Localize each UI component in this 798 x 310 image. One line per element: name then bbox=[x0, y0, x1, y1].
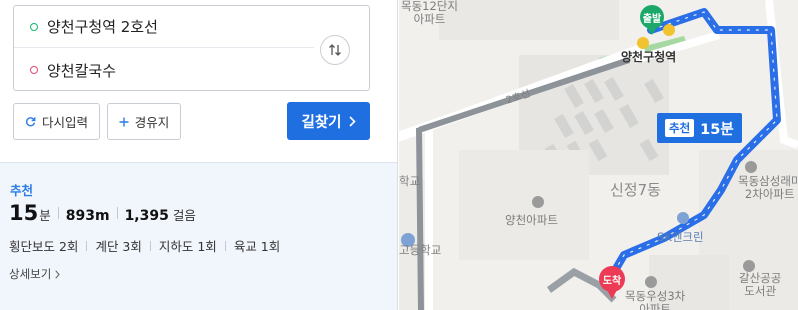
crosswalk-count: 횡단보도 2회 bbox=[9, 239, 79, 254]
reset-button-label: 다시입력 bbox=[41, 115, 88, 130]
chevron-right-icon bbox=[348, 115, 356, 127]
steps-unit: 걸음 bbox=[172, 208, 196, 223]
start-pin[interactable]: 출발 bbox=[640, 5, 664, 35]
underpass-count: 지하도 1회 bbox=[158, 239, 217, 254]
find-route-label: 길찾기 bbox=[301, 114, 342, 131]
details-link[interactable]: 상세보기 bbox=[9, 266, 61, 282]
divider bbox=[57, 207, 59, 219]
refresh-icon bbox=[25, 116, 36, 127]
plus-icon bbox=[119, 117, 129, 127]
divider bbox=[116, 207, 118, 219]
map-label-mokdong-samsung: 목동삼성래미 2차아파트 bbox=[738, 174, 798, 202]
details-link-label: 상세보기 bbox=[9, 267, 52, 281]
route-summary: 15 분 893m 1,395 걸음 bbox=[9, 201, 196, 225]
destination-pin-label: 도착 bbox=[599, 266, 625, 292]
start-input[interactable]: 양천구청역 2호선 bbox=[14, 6, 314, 48]
add-waypoint-button[interactable]: 경유지 bbox=[107, 103, 181, 140]
overpass-count: 육교 1회 bbox=[233, 239, 281, 254]
divider bbox=[224, 240, 226, 251]
reset-button[interactable]: 다시입력 bbox=[13, 103, 100, 140]
badge-time: 15분 bbox=[700, 121, 734, 138]
recommended-label: 추천 bbox=[10, 183, 34, 198]
start-pin-label: 출발 bbox=[640, 5, 664, 29]
swap-route-button[interactable] bbox=[320, 35, 350, 65]
destination-input[interactable]: 양천칼국수 bbox=[14, 49, 314, 91]
map-label-station: 양천구청역 bbox=[621, 50, 677, 64]
map-label-school: 고등학교 bbox=[399, 243, 442, 257]
swap-icon bbox=[329, 44, 341, 56]
map-label-sk: SK엔크린 bbox=[657, 230, 704, 244]
map-label-library: 갈산공공 도서관 bbox=[739, 271, 782, 299]
route-details: 횡단보도 2회 계단 3회 지하도 1회 육교 1회 bbox=[9, 236, 280, 255]
add-waypoint-label: 경유지 bbox=[134, 115, 170, 130]
map-label-school-top: 학교 bbox=[399, 174, 421, 188]
start-input-text: 양천구청역 2호선 bbox=[47, 18, 158, 36]
map-label-apt12: 목동12단지 아파트 bbox=[401, 0, 458, 27]
duration-unit: 분 bbox=[39, 208, 51, 223]
steps-value: 1,395 bbox=[124, 208, 169, 224]
map-canvas bbox=[399, 0, 798, 310]
divider bbox=[86, 240, 88, 251]
divider bbox=[149, 240, 151, 251]
map-view[interactable]: 목동12단지 아파트 양천구청역 2호선 신정7동 양천아파트 SK엔크린 목동삼… bbox=[399, 0, 798, 310]
directions-panel: 양천구청역 2호선 양천칼국수 다시입력 경유지 길찾기 추천 15 분 893… bbox=[0, 0, 398, 310]
map-label-district: 신정7동 bbox=[610, 181, 661, 199]
destination-pin-tip bbox=[607, 290, 617, 299]
start-dot-icon bbox=[30, 22, 38, 31]
destination-pin[interactable]: 도착 bbox=[599, 266, 625, 299]
destination-dot-icon bbox=[30, 66, 38, 74]
badge-recommended-label: 추천 bbox=[665, 119, 695, 137]
start-pin-tip bbox=[647, 27, 657, 35]
chevron-right-icon bbox=[55, 269, 61, 279]
stairs-count: 계단 3회 bbox=[95, 239, 142, 254]
distance-value: 893m bbox=[65, 208, 110, 224]
destination-input-text: 양천칼국수 bbox=[47, 61, 117, 80]
route-input-box: 양천구청역 2호선 양천칼국수 bbox=[13, 5, 370, 91]
find-route-button[interactable]: 길찾기 bbox=[287, 102, 370, 140]
route-time-badge: 추천 15분 bbox=[657, 113, 742, 143]
route-result-card[interactable]: 추천 15 분 893m 1,395 걸음 횡단보도 2회 계단 3회 지하도 … bbox=[0, 162, 397, 310]
map-label-yangcheon-apt: 양천아파트 bbox=[505, 213, 558, 227]
map-label-woosung: 목동우성3차 아파트 bbox=[625, 289, 686, 310]
duration-value: 15 bbox=[9, 201, 39, 225]
